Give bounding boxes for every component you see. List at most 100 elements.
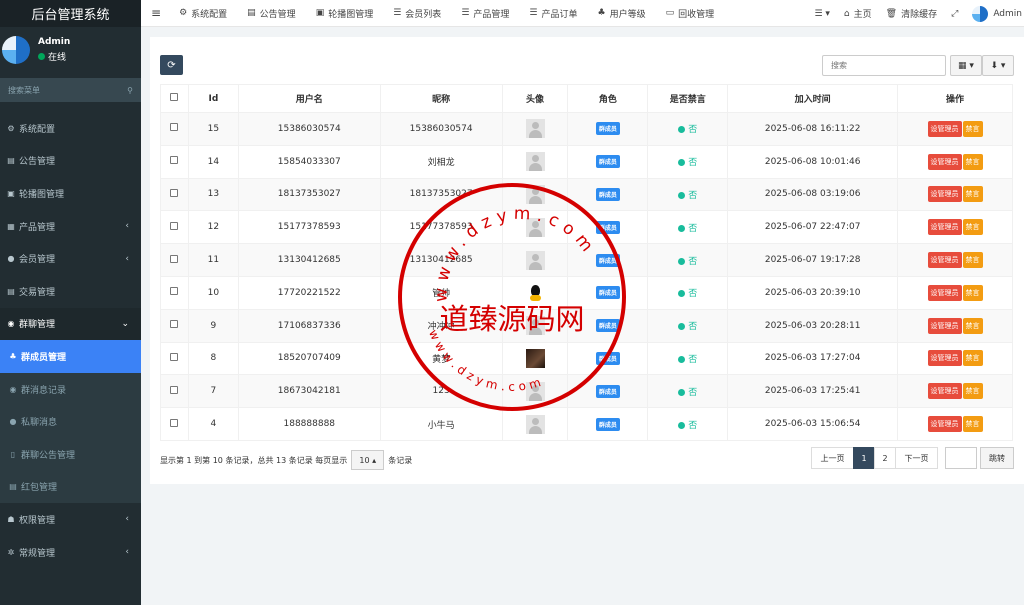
mute-button[interactable]: 禁言 bbox=[962, 252, 983, 269]
tab-7[interactable]: ▭ 回收管理 bbox=[666, 7, 715, 20]
sidebar-item-8[interactable]: ◉ 群消息记录 bbox=[0, 372, 141, 406]
menu-search-input[interactable]: 搜索菜单 ⚲ bbox=[0, 78, 141, 102]
tab-0[interactable]: ⚙ 系统配置 bbox=[179, 7, 227, 20]
mute-button[interactable]: 禁言 bbox=[962, 219, 983, 236]
sidebar-item-11[interactable]: ▤ 红包管理 bbox=[0, 470, 141, 504]
menu-toggle-icon[interactable]: ≡ bbox=[151, 6, 161, 20]
tab-3[interactable]: ☰ 会员列表 bbox=[393, 7, 441, 20]
sidebar-item-10[interactable]: ▯ 群聊公告管理 bbox=[0, 437, 141, 471]
sidebar-item-0[interactable]: ⚙ 系统配置 bbox=[0, 112, 141, 145]
status-dot-icon bbox=[678, 290, 686, 298]
user-avatar-image[interactable] bbox=[525, 152, 545, 172]
columns-icon: ▦ ▾ bbox=[958, 60, 974, 71]
select-all-checkbox[interactable] bbox=[160, 84, 189, 113]
set-admin-button[interactable]: 设管理员 bbox=[927, 219, 962, 236]
page-1-button[interactable]: 1 bbox=[853, 447, 875, 469]
user-avatar-image[interactable] bbox=[525, 348, 545, 368]
table-row: 15 15386030574 15386030574 群成员否 2025-06-08 1… bbox=[160, 112, 1013, 146]
jump-button[interactable]: 跳转 bbox=[980, 447, 1014, 469]
prev-page-button[interactable]: 上一页 bbox=[811, 447, 854, 469]
export-button[interactable]: ⬇ ▾ bbox=[982, 55, 1014, 76]
set-admin-button[interactable]: 设管理员 bbox=[927, 416, 962, 433]
home-link[interactable]: ⌂ 主页 bbox=[844, 7, 872, 21]
user-avatar-image[interactable] bbox=[525, 119, 545, 139]
cell-username: 18137353027 bbox=[237, 177, 381, 212]
set-admin-button[interactable]: 设管理员 bbox=[927, 284, 962, 301]
sidebar-item-2[interactable]: ▣ 轮播图管理 bbox=[0, 177, 141, 210]
set-admin-button[interactable]: 设管理员 bbox=[927, 317, 962, 334]
mute-button[interactable]: 禁言 bbox=[962, 350, 983, 367]
user-avatar-image[interactable] bbox=[525, 283, 545, 303]
set-admin-button[interactable]: 设管理员 bbox=[927, 252, 962, 269]
header-username[interactable]: 用户名 bbox=[237, 84, 381, 113]
cell-avatar bbox=[501, 308, 569, 343]
fullscreen-icon[interactable]: ⤢ bbox=[951, 9, 958, 19]
tab-4[interactable]: ☰ 产品管理 bbox=[461, 7, 509, 20]
sidebar-item-12[interactable]: ☗ 权限管理 ‹ bbox=[0, 503, 141, 536]
set-admin-button[interactable]: 设管理员 bbox=[927, 120, 962, 137]
cell-id: 15 bbox=[187, 112, 239, 146]
cell-join-time: 2025-06-03 17:25:41 bbox=[727, 374, 899, 409]
user-avatar-image[interactable] bbox=[525, 217, 545, 237]
tab-2[interactable]: ▣ 轮播图管理 bbox=[316, 7, 374, 20]
mute-button[interactable]: 禁言 bbox=[962, 120, 983, 137]
cell-actions: 设管理员 禁言 bbox=[897, 308, 1013, 343]
mute-button[interactable]: 禁言 bbox=[962, 186, 983, 203]
row-checkbox[interactable] bbox=[160, 243, 189, 277]
sidebar-item-1[interactable]: ▤ 公告管理 bbox=[0, 145, 141, 178]
header-join-time[interactable]: 加入时间 bbox=[727, 84, 899, 113]
user-avatar-image[interactable] bbox=[525, 414, 545, 434]
row-checkbox[interactable] bbox=[160, 308, 189, 343]
row-checkbox[interactable] bbox=[160, 374, 189, 409]
set-admin-button[interactable]: 设管理员 bbox=[927, 350, 962, 367]
mute-button[interactable]: 禁言 bbox=[962, 153, 983, 170]
sidebar-item-7[interactable]: ♣ 群成员管理 bbox=[0, 340, 141, 373]
clear-cache-button[interactable]: 🗑 清除缓存 bbox=[886, 7, 937, 21]
sidebar-item-5[interactable]: ▤ 交易管理 bbox=[0, 275, 141, 308]
user-avatar-image[interactable] bbox=[525, 250, 545, 270]
row-checkbox[interactable] bbox=[160, 275, 189, 310]
tab-switch-button[interactable]: ☰ ▾ bbox=[814, 9, 829, 19]
page-size-select[interactable]: 10 ▴ bbox=[351, 450, 385, 470]
mute-button[interactable]: 禁言 bbox=[962, 284, 983, 301]
table-search-input[interactable] bbox=[822, 55, 946, 76]
set-admin-button[interactable]: 设管理员 bbox=[927, 186, 962, 203]
sidebar-item-label: 系统配置 bbox=[19, 124, 56, 135]
header-id[interactable]: Id bbox=[187, 84, 239, 113]
row-checkbox[interactable] bbox=[160, 177, 189, 212]
header-nickname[interactable]: 昵称 bbox=[379, 84, 503, 113]
user-avatar-image[interactable] bbox=[525, 381, 545, 401]
row-checkbox[interactable] bbox=[160, 210, 189, 245]
columns-button[interactable]: ▦ ▾ bbox=[950, 55, 982, 76]
sidebar-item-label: 常规管理 bbox=[19, 548, 56, 559]
refresh-button[interactable]: ⟳ bbox=[160, 55, 183, 75]
user-avatar-image[interactable] bbox=[525, 316, 545, 336]
cell-banned: 否 bbox=[647, 275, 729, 310]
row-checkbox[interactable] bbox=[160, 407, 189, 441]
row-checkbox[interactable] bbox=[160, 144, 189, 179]
sidebar-item-4[interactable]: ● 会员管理 ‹ bbox=[0, 242, 141, 275]
tab-6[interactable]: ♣ 用户等级 bbox=[598, 7, 646, 20]
sidebar-item-3[interactable]: ▦ 产品管理 ‹ bbox=[0, 210, 141, 243]
cell-username: 13130412685 bbox=[237, 243, 381, 277]
mute-button[interactable]: 禁言 bbox=[962, 383, 983, 400]
tab-1[interactable]: ▤ 公告管理 bbox=[247, 7, 296, 20]
set-admin-button[interactable]: 设管理员 bbox=[927, 383, 962, 400]
next-page-button[interactable]: 下一页 bbox=[895, 447, 938, 469]
sidebar-item-9[interactable]: ● 私聊消息 bbox=[0, 405, 141, 438]
cell-avatar bbox=[501, 144, 569, 179]
mute-button[interactable]: 禁言 bbox=[962, 317, 983, 334]
tab-5[interactable]: ☰ 产品订单 bbox=[529, 7, 577, 20]
sidebar-item-13[interactable]: ✲ 常规管理 ‹ bbox=[0, 536, 141, 569]
members-table: Id 用户名 昵称 头像 角色 是否禁言 加入时间 操作 15 153860305… bbox=[160, 84, 1013, 441]
user-avatar-image[interactable] bbox=[525, 184, 545, 204]
row-checkbox[interactable] bbox=[160, 112, 189, 146]
set-admin-button[interactable]: 设管理员 bbox=[927, 153, 962, 170]
row-checkbox[interactable] bbox=[160, 341, 189, 376]
cell-actions: 设管理员 禁言 bbox=[897, 210, 1013, 245]
jump-page-input[interactable] bbox=[945, 447, 977, 469]
sidebar-item-6[interactable]: ◉ 群聊管理 ⌄ bbox=[0, 307, 141, 341]
page-2-button[interactable]: 2 bbox=[874, 447, 896, 469]
admin-menu[interactable]: Admin bbox=[972, 5, 1022, 22]
mute-button[interactable]: 禁言 bbox=[962, 416, 983, 433]
